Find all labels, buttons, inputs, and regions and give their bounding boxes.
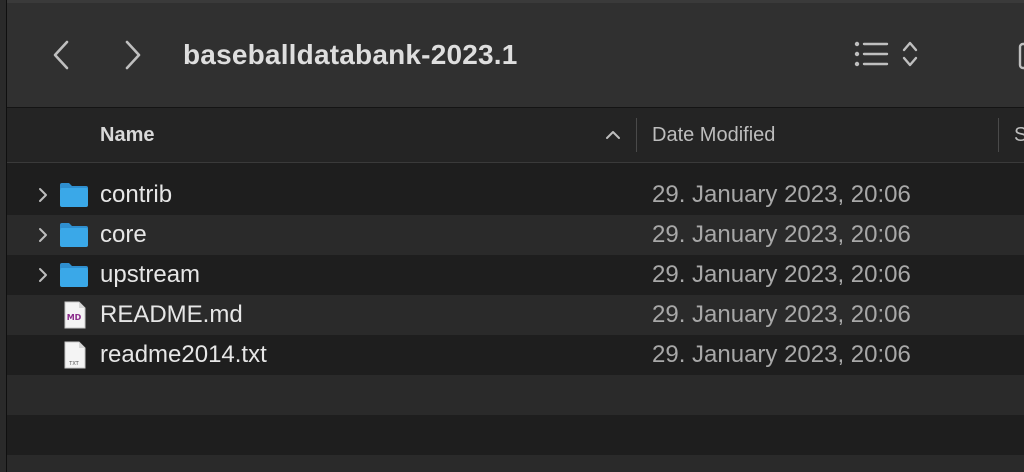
list-view-icon	[853, 40, 889, 73]
disclosure-chevron-icon[interactable]	[35, 266, 51, 284]
column-divider[interactable]	[636, 118, 637, 152]
folder-icon	[58, 181, 90, 209]
list-item[interactable]: upstream 29. January 2023, 20:06	[7, 255, 1024, 295]
column-divider[interactable]	[998, 118, 999, 152]
md-badge-text: MD	[67, 313, 82, 322]
up-down-chevron-icon	[901, 39, 919, 74]
file-name: contrib	[100, 181, 173, 208]
chevron-left-icon	[52, 40, 70, 70]
file-date: 29. January 2023, 20:06	[652, 301, 911, 328]
text-file-icon: TXT	[58, 341, 90, 369]
column-name-header[interactable]: Name	[100, 122, 154, 148]
list-item[interactable]: TXT readme2014.txt 29. January 2023, 20:…	[7, 335, 1024, 375]
empty-row	[7, 375, 1024, 415]
back-button[interactable]	[45, 38, 77, 72]
column-header: Name Date Modified S	[7, 108, 1024, 163]
column-size-header[interactable]: S	[1014, 122, 1024, 148]
file-name: readme2014.txt	[100, 341, 267, 368]
toolbar-top-line	[7, 0, 1024, 3]
chevron-right-icon	[124, 40, 142, 70]
sort-ascending-icon[interactable]	[604, 126, 622, 144]
file-name: core	[100, 221, 147, 248]
window-left-edge	[0, 0, 7, 472]
list-item[interactable]: contrib 29. January 2023, 20:06	[7, 175, 1024, 215]
folder-icon	[58, 221, 90, 249]
list-item[interactable]: core 29. January 2023, 20:06	[7, 215, 1024, 255]
view-options-button[interactable]	[853, 38, 935, 74]
list-item[interactable]: MD README.md 29. January 2023, 20:06	[7, 295, 1024, 335]
file-date: 29. January 2023, 20:06	[652, 261, 911, 288]
file-date: 29. January 2023, 20:06	[652, 221, 911, 248]
finder-window: baseballdatabank-2023.1 Name Date Modifi…	[0, 0, 1024, 472]
disclosure-chevron-icon[interactable]	[35, 186, 51, 204]
toolbar: baseballdatabank-2023.1	[7, 0, 1024, 108]
file-date: 29. January 2023, 20:06	[652, 181, 911, 208]
disclosure-chevron-icon[interactable]	[35, 226, 51, 244]
forward-button[interactable]	[117, 38, 149, 72]
empty-row	[7, 415, 1024, 455]
file-name: upstream	[100, 261, 201, 288]
column-date-modified-header[interactable]: Date Modified	[652, 122, 775, 148]
file-list: contrib 29. January 2023, 20:06 core 29.…	[7, 175, 1024, 472]
empty-row	[7, 455, 1024, 472]
folder-icon	[58, 261, 90, 289]
window-title: baseballdatabank-2023.1	[183, 39, 518, 70]
txt-badge-text: TXT	[68, 361, 79, 367]
markdown-file-icon: MD	[58, 301, 90, 329]
list-top-padding	[7, 163, 1024, 175]
file-date: 29. January 2023, 20:06	[652, 341, 911, 368]
file-name: README.md	[100, 301, 243, 328]
group-button-partial[interactable]	[1017, 38, 1024, 74]
